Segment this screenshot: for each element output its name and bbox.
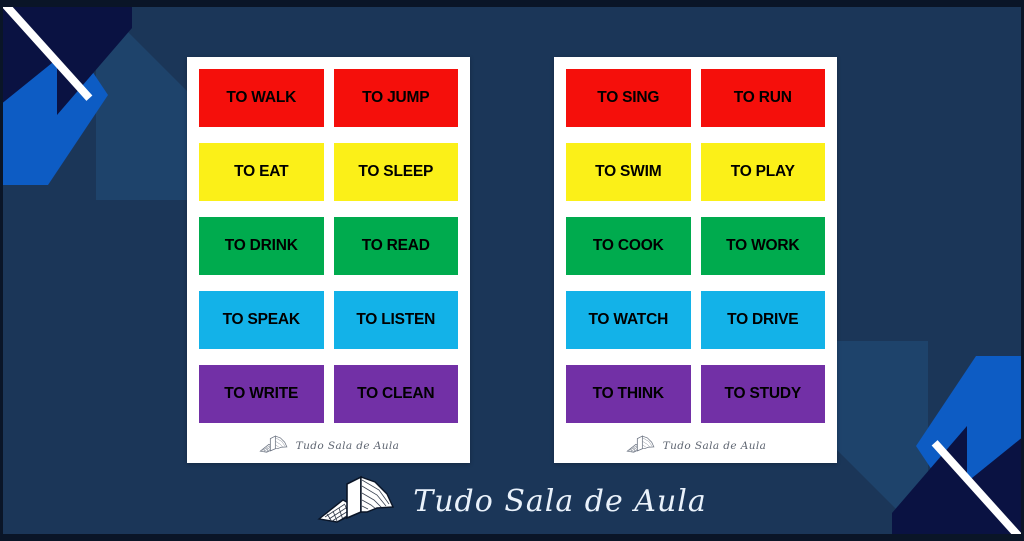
card-watermark-text: Tudo Sala de Aula [295,440,400,452]
verb-tile[interactable]: TO RUN [700,69,825,127]
verb-tile[interactable]: TO SING [566,69,691,127]
verb-tile[interactable]: TO DRINK [199,217,324,275]
verb-tile[interactable]: TO COOK [566,217,691,275]
verb-tile[interactable]: TO SWIM [566,143,691,201]
open-book-laptop-icon-small [625,434,659,458]
verb-tile[interactable]: TO EAT [199,143,324,201]
verb-tile[interactable]: TO WRITE [199,365,324,423]
verb-tile[interactable]: TO STUDY [700,365,825,423]
flashcard-sheets: TO WALK TO JUMP TO EAT TO SLEEP TO DRINK TO R… [0,57,1024,463]
brand-name: Tudo Sala de Aula [413,484,707,519]
card-watermark: Tudo Sala de Aula [199,429,458,463]
right-card: TO SING TO RUN TO SWIM TO PLAY TO COOK TO WOR… [554,57,837,463]
left-card: TO WALK TO JUMP TO EAT TO SLEEP TO DRINK TO R… [187,57,470,463]
frame-top-bar [0,0,1024,7]
card-watermark: Tudo Sala de Aula [566,429,825,463]
open-book-laptop-icon-small [258,434,292,458]
slide-canvas: TO WALK TO JUMP TO EAT TO SLEEP TO DRINK TO R… [0,0,1024,541]
verb-tile[interactable]: TO READ [333,217,458,275]
verb-tile[interactable]: TO THINK [566,365,691,423]
card-watermark-text: Tudo Sala de Aula [662,440,767,452]
verb-tile[interactable]: TO WALK [199,69,324,127]
verb-tile[interactable]: TO SPEAK [199,291,324,349]
verb-tile-grid: TO WALK TO JUMP TO EAT TO SLEEP TO DRINK TO R… [199,69,458,429]
open-book-laptop-icon [317,474,403,529]
verb-tile[interactable]: TO CLEAN [333,365,458,423]
verb-tile[interactable]: TO PLAY [700,143,825,201]
frame-bottom-bar [0,534,1024,541]
verb-tile[interactable]: TO LISTEN [333,291,458,349]
brand-logo: Tudo Sala de Aula [0,474,1024,529]
verb-tile-grid: TO SING TO RUN TO SWIM TO PLAY TO COOK TO WOR… [566,69,825,429]
verb-tile[interactable]: TO SLEEP [333,143,458,201]
verb-tile[interactable]: TO JUMP [333,69,458,127]
verb-tile[interactable]: TO WORK [700,217,825,275]
verb-tile[interactable]: TO WATCH [566,291,691,349]
verb-tile[interactable]: TO DRIVE [700,291,825,349]
